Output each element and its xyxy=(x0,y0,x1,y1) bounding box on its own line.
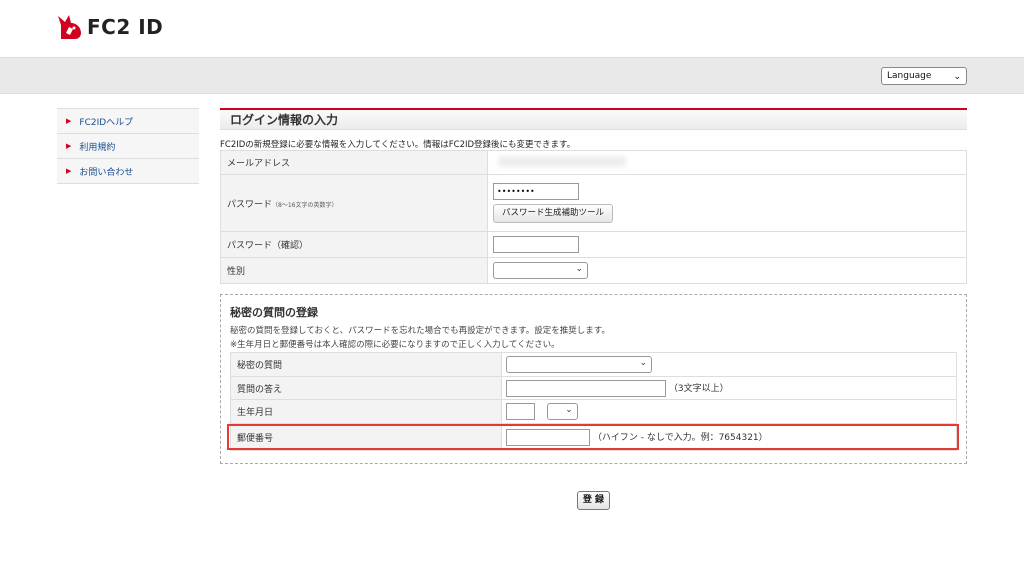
secret-section-title: 秘密の質問の登録 xyxy=(230,306,318,319)
logo-text: FC2 ID xyxy=(87,15,164,39)
password-label-cell: パスワード（8～16文字の英数字） xyxy=(220,174,488,232)
triangle-right-icon: ▶ xyxy=(66,167,72,175)
birth-year-field[interactable] xyxy=(506,403,535,420)
login-section-intro: FC2IDの新規登録に必要な情報を入力してください。情報はFC2ID登録後にも変… xyxy=(220,140,576,150)
language-select-value: Language xyxy=(887,71,932,81)
login-form-table: メールアドレス パスワード（8～16文字の英数字） •••••••• パスワード… xyxy=(220,150,967,284)
password-field[interactable]: •••••••• xyxy=(493,183,579,200)
birthdate-label: 生年月日 xyxy=(230,399,502,424)
secret-answer-field[interactable] xyxy=(506,379,666,397)
secret-answer-cell: （3文字以上） xyxy=(501,376,957,400)
chevron-down-icon: ⌄ xyxy=(953,72,961,82)
chevron-down-icon: ⌄ xyxy=(575,264,583,274)
language-bar: Language ⌄ xyxy=(0,57,1024,94)
sidebar-item-label: 利用規約 xyxy=(79,142,116,153)
register-button[interactable]: 登 録 xyxy=(577,491,610,510)
sidebar-item-help[interactable]: ▶ FC2IDヘルプ xyxy=(57,109,199,134)
secret-question-cell: ⌄ xyxy=(501,352,957,377)
sidebar-item-label: FC2IDヘルプ xyxy=(79,117,134,128)
login-section-title: ログイン情報の入力 xyxy=(220,108,967,130)
birth-month-select[interactable]: ⌄ xyxy=(546,403,578,420)
birthdate-cell: ⌄ xyxy=(501,399,957,424)
postal-code-highlight xyxy=(227,424,959,450)
sidebar-item-terms[interactable]: ▶ 利用規約 xyxy=(57,134,199,159)
password-field-value: •••••••• xyxy=(497,187,535,196)
email-label: メールアドレス xyxy=(220,150,488,175)
page-header: FC2 ID xyxy=(0,0,1024,57)
password-confirm-label: パスワード（確認） xyxy=(220,231,488,258)
triangle-right-icon: ▶ xyxy=(66,142,72,150)
gender-cell: ⌄ xyxy=(487,257,967,284)
secret-question-select[interactable]: ⌄ xyxy=(506,356,652,373)
secret-answer-label: 質問の答え xyxy=(230,376,502,400)
secret-section-description: 秘密の質問を登録しておくと、パスワードを忘れた場合でも再設定ができます。設定を推… xyxy=(230,326,610,336)
sidebar-item-label: お問い合わせ xyxy=(79,167,134,178)
language-select[interactable]: Language ⌄ xyxy=(881,67,967,85)
chevron-down-icon: ⌄ xyxy=(639,358,647,368)
email-value-redacted xyxy=(498,155,626,167)
sidebar-item-contact[interactable]: ▶ お問い合わせ xyxy=(57,159,199,184)
fc2-unicorn-icon xyxy=(58,15,81,39)
secret-answer-hint: （3文字以上） xyxy=(668,383,729,394)
password-confirm-cell xyxy=(487,231,967,258)
gender-label: 性別 xyxy=(220,257,488,284)
sidebar: ▶ FC2IDヘルプ ▶ 利用規約 ▶ お問い合わせ xyxy=(57,108,199,184)
main-content: ログイン情報の入力 FC2IDの新規登録に必要な情報を入力してください。情報はF… xyxy=(220,108,967,464)
email-value-cell xyxy=(487,150,967,175)
password-label: パスワード xyxy=(227,199,273,210)
chevron-down-icon: ⌄ xyxy=(565,405,573,415)
gender-select[interactable]: ⌄ xyxy=(493,262,588,279)
fc2-logo[interactable]: FC2 ID xyxy=(57,12,163,42)
password-confirm-field[interactable] xyxy=(493,236,579,253)
password-value-cell: •••••••• パスワード生成補助ツール xyxy=(487,174,967,232)
password-generator-button[interactable]: パスワード生成補助ツール xyxy=(493,204,614,223)
secret-section-note: ※生年月日と郵便番号は本人確認の際に必要になりますので正しく入力してください。 xyxy=(230,340,560,350)
triangle-right-icon: ▶ xyxy=(66,117,72,125)
secret-question-label: 秘密の質問 xyxy=(230,352,502,377)
password-hint: （8～16文字の英数字） xyxy=(272,201,338,209)
